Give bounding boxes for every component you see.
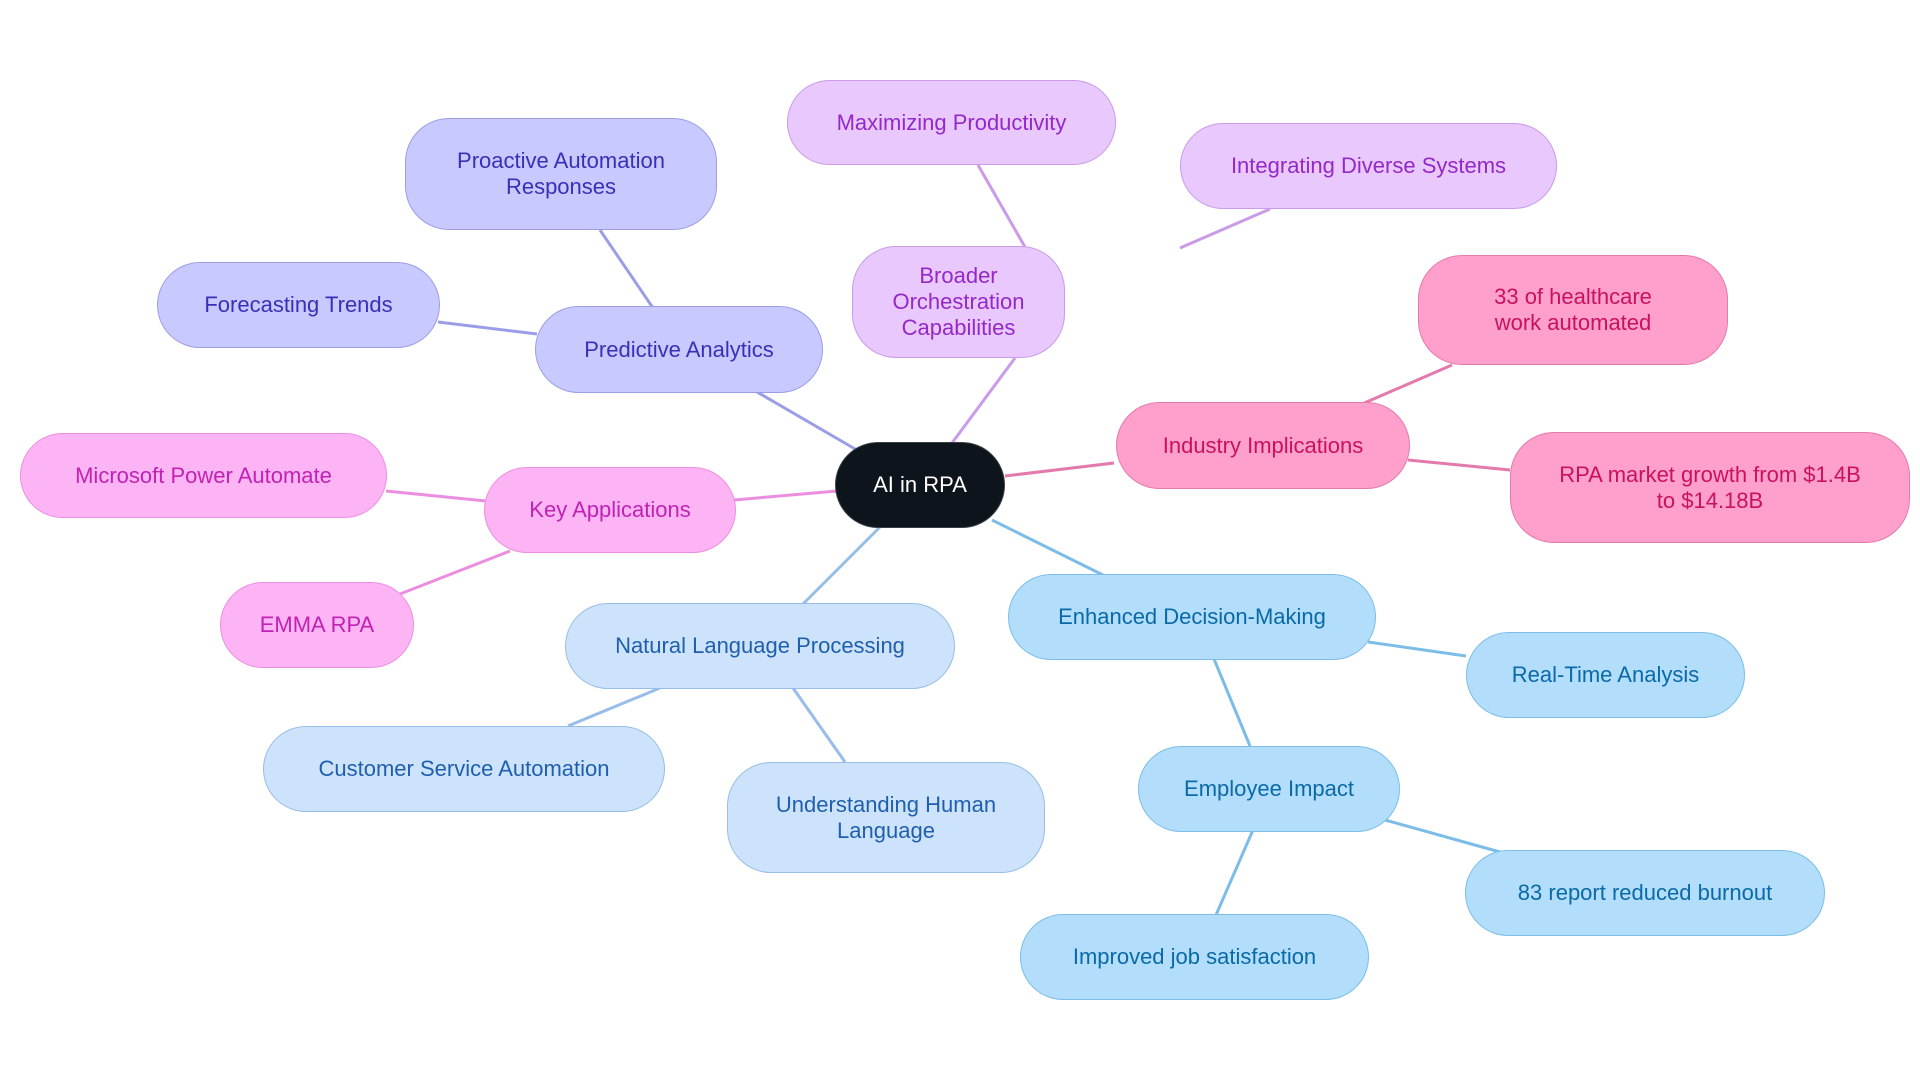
edge-root-predictive-analytics xyxy=(756,390,863,455)
node-key-applications[interactable]: Key Applications xyxy=(484,467,736,553)
edge-root-nlp xyxy=(801,525,882,606)
node-label: RPA market growth from $1.4B to $14.18B xyxy=(1559,461,1861,513)
edge-predictive-forecasting xyxy=(437,320,538,336)
node-customer-service-automation[interactable]: Customer Service Automation xyxy=(263,726,665,812)
node-employee-impact[interactable]: Employee Impact xyxy=(1138,746,1400,832)
node-microsoft-power-automate[interactable]: Microsoft Power Automate xyxy=(20,433,387,518)
node-label: Improved job satisfaction xyxy=(1072,944,1317,969)
node-label: Microsoft Power Automate xyxy=(75,462,332,488)
root-node-label: AI in RPA xyxy=(873,472,967,497)
node-label: 83 report reduced burnout xyxy=(1517,880,1773,905)
node-label: Industry Implications xyxy=(1162,432,1364,458)
edge-nlp-customer xyxy=(567,686,661,728)
node-label: Real-Time Analysis xyxy=(1511,662,1700,687)
node-maximizing-productivity[interactable]: Maximizing Productivity xyxy=(787,80,1116,165)
node-label: Predictive Analytics xyxy=(584,336,774,362)
node-label: 33 of healthcare work automated xyxy=(1494,284,1652,335)
node-real-time-analysis[interactable]: Real-Time Analysis xyxy=(1466,632,1745,718)
edge-employee-satisfaction xyxy=(1214,829,1255,916)
node-predictive-analytics[interactable]: Predictive Analytics xyxy=(535,306,823,393)
edge-employee-burnout xyxy=(1384,818,1501,854)
edge-orchestration-productivity xyxy=(976,164,1027,248)
edge-key-power-automate xyxy=(385,489,487,503)
node-improved-job-satisfaction[interactable]: Improved job satisfaction xyxy=(1020,914,1369,1000)
edge-root-key-applications xyxy=(733,489,838,502)
node-forecasting-trends[interactable]: Forecasting Trends xyxy=(157,262,440,348)
edge-orchestration-integrating xyxy=(1179,207,1271,250)
node-emma-rpa[interactable]: EMMA RPA xyxy=(220,582,414,668)
node-label: Employee Impact xyxy=(1184,776,1354,801)
node-label: Key Applications xyxy=(529,497,691,522)
node-industry-implications[interactable]: Industry Implications xyxy=(1116,402,1410,489)
node-rpa-market-growth[interactable]: RPA market growth from $1.4B to $14.18B xyxy=(1510,432,1910,543)
edge-root-industry xyxy=(1004,461,1115,478)
node-label: Maximizing Productivity xyxy=(836,109,1067,135)
root-node[interactable]: AI in RPA xyxy=(835,442,1005,528)
node-label: Integrating Diverse Systems xyxy=(1230,153,1507,178)
node-healthcare-work-automated[interactable]: 33 of healthcare work automated xyxy=(1418,255,1728,365)
edge-nlp-understanding xyxy=(791,687,847,763)
node-integrating-diverse-systems[interactable]: Integrating Diverse Systems xyxy=(1180,123,1557,209)
node-proactive-automation-responses[interactable]: Proactive Automation Responses xyxy=(405,118,717,230)
node-natural-language-processing[interactable]: Natural Language Processing xyxy=(565,603,955,689)
node-label: Broader Orchestration Capabilities xyxy=(892,263,1025,340)
node-label: Customer Service Automation xyxy=(318,756,610,781)
node-label: Enhanced Decision-Making xyxy=(1058,604,1326,629)
edge-root-decision xyxy=(991,518,1104,577)
edge-key-emma xyxy=(399,549,511,596)
node-enhanced-decision-making[interactable]: Enhanced Decision-Making xyxy=(1008,574,1376,660)
node-label: Proactive Automation Responses xyxy=(457,148,665,199)
edge-root-orchestration xyxy=(950,357,1017,444)
node-understanding-human-language[interactable]: Understanding Human Language xyxy=(727,762,1045,873)
node-label: EMMA RPA xyxy=(259,612,375,637)
edge-decision-employee xyxy=(1212,658,1252,747)
edge-decision-realtime xyxy=(1367,640,1467,658)
edge-predictive-proactive xyxy=(598,229,655,309)
node-label: Natural Language Processing xyxy=(615,633,905,658)
node-label: Understanding Human Language xyxy=(775,791,997,843)
edge-industry-market xyxy=(1407,458,1511,472)
node-label: Forecasting Trends xyxy=(204,292,393,317)
node-broader-orchestration-capabilities[interactable]: Broader Orchestration Capabilities xyxy=(852,246,1065,358)
edge-industry-healthcare xyxy=(1361,363,1453,406)
node-reduced-burnout[interactable]: 83 report reduced burnout xyxy=(1465,850,1825,936)
